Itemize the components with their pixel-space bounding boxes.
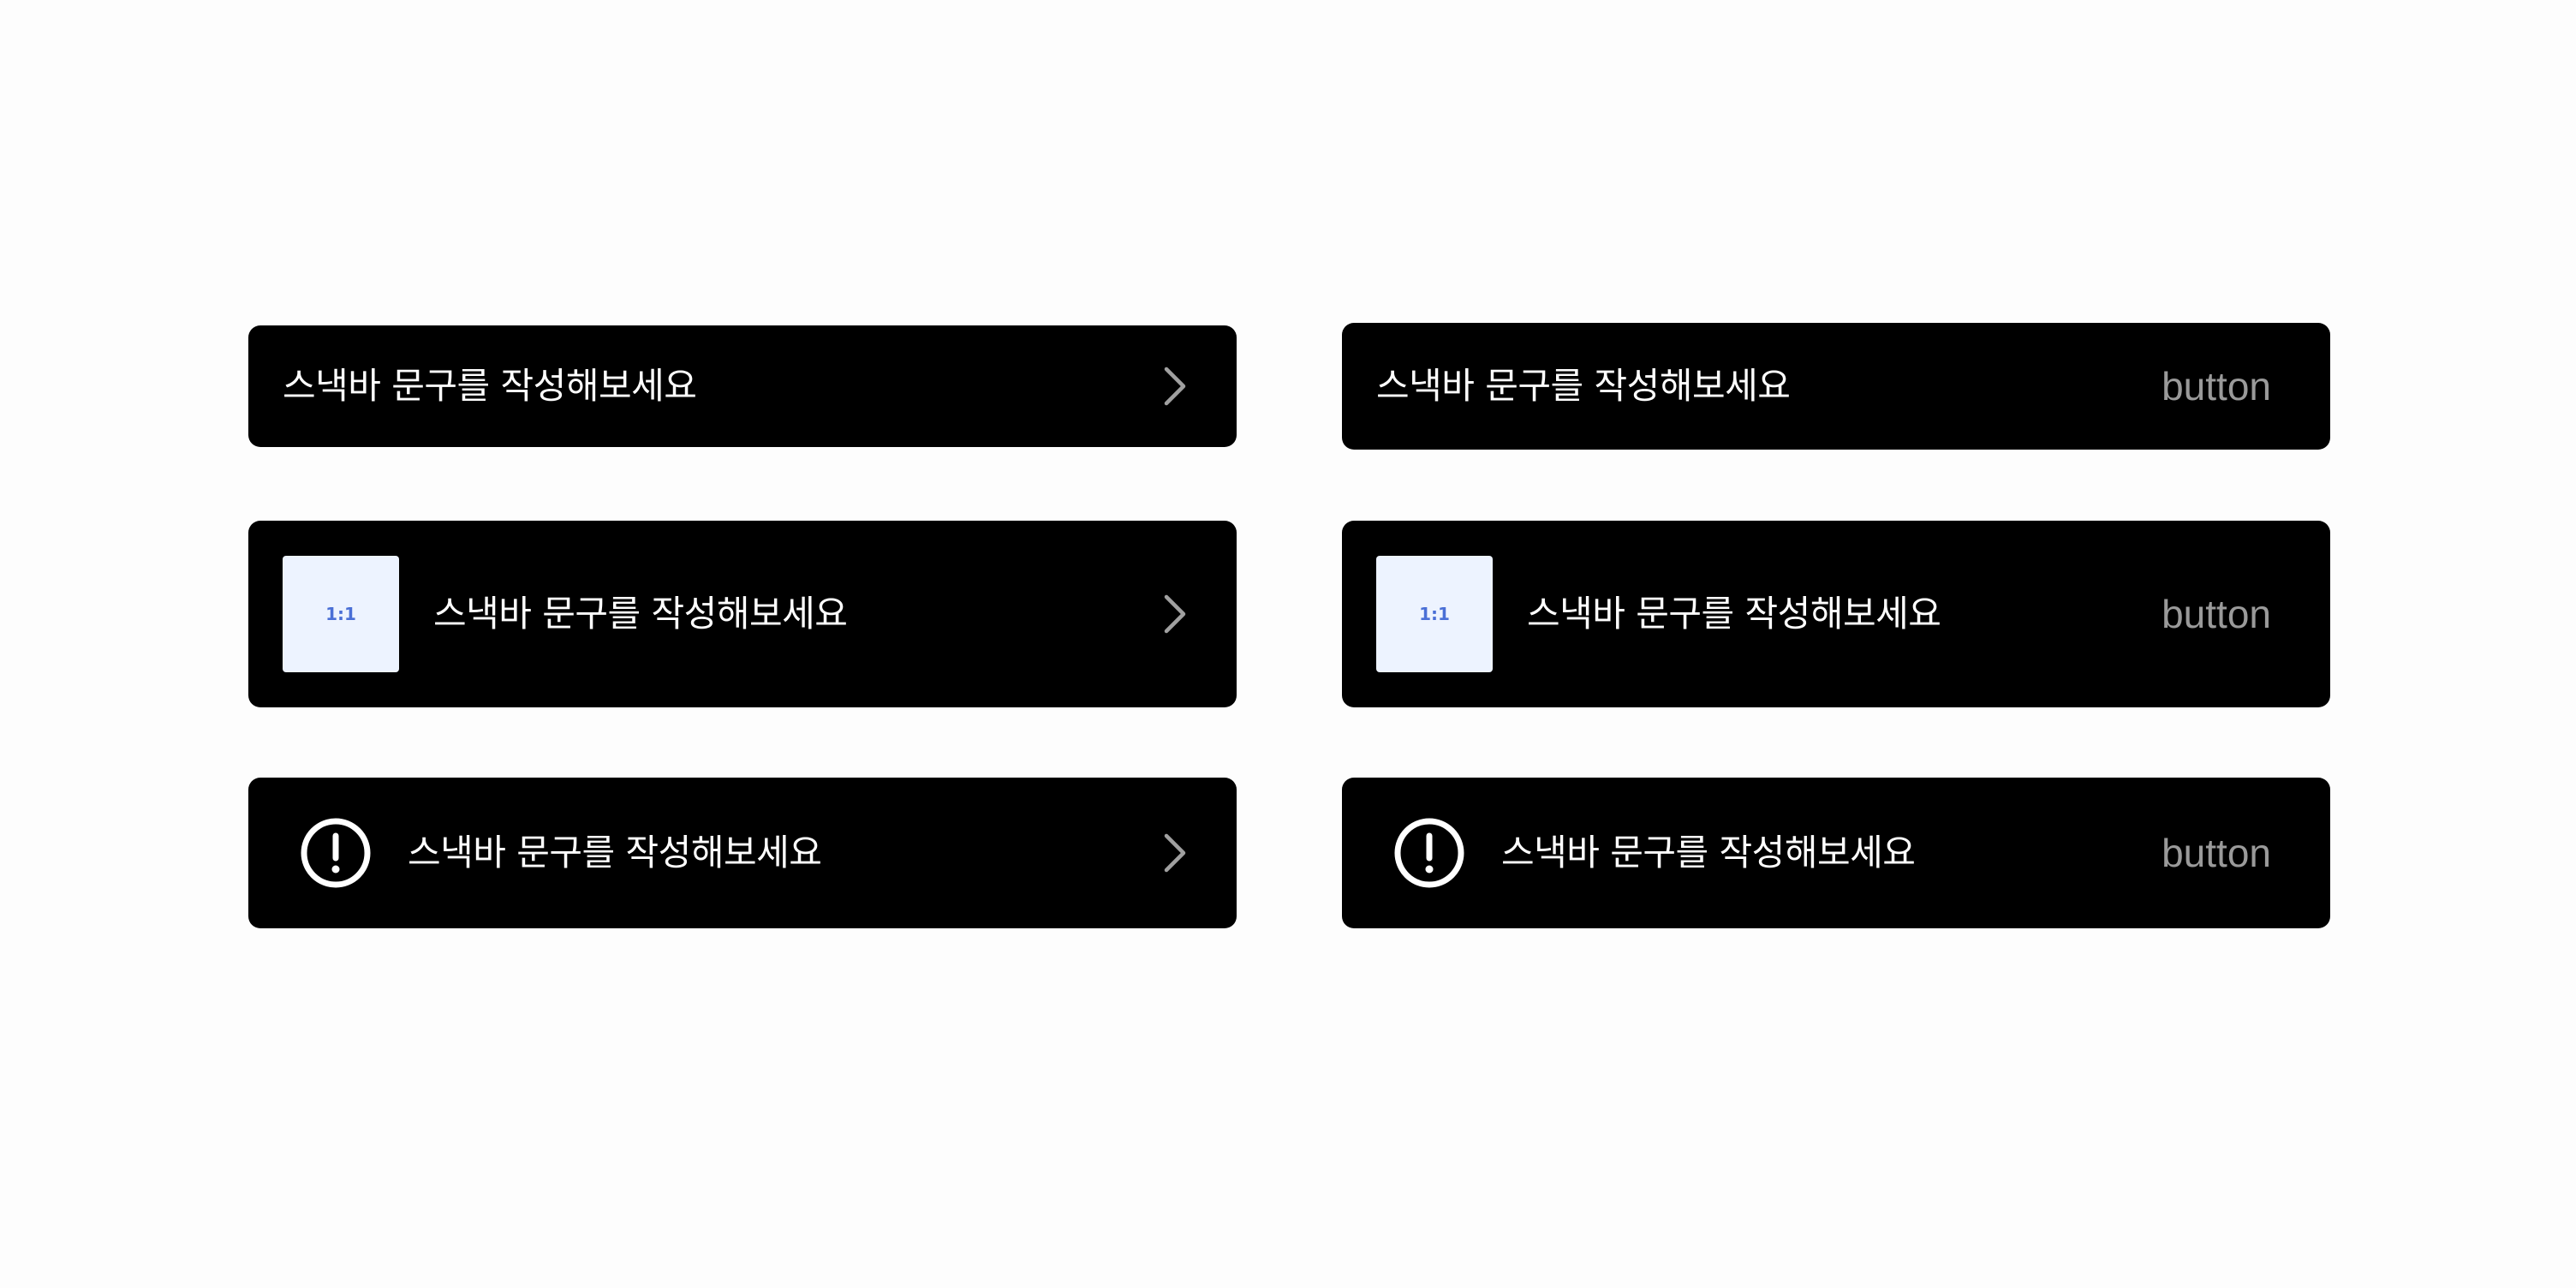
snackbar-message: 스낵바 문구를 작성해보세요 [1527, 593, 1941, 635]
snackbar-text-chevron[interactable]: 스낵바 문구를 작성해보세요 [248, 325, 1237, 447]
chevron-right-icon[interactable] [1158, 364, 1192, 408]
snackbar-message: 스낵바 문구를 작성해보세요 [408, 832, 822, 874]
snackbar-message: 스낵바 문구를 작성해보세요 [283, 365, 697, 407]
snackbar-text-button: 스낵바 문구를 작성해보세요 button [1342, 323, 2330, 450]
snackbar-message: 스낵바 문구를 작성해보세요 [1501, 832, 1916, 874]
alert-circle-icon [301, 818, 371, 888]
snackbar-showcase: 스낵바 문구를 작성해보세요 스낵바 문구를 작성해보세요 button 1:1… [0, 0, 2576, 1288]
snackbar-message: 스낵바 문구를 작성해보세요 [1376, 365, 1791, 407]
snackbar-action-button[interactable]: button [2162, 833, 2271, 873]
alert-circle-icon [1394, 818, 1464, 888]
snackbar-action-button[interactable]: button [2162, 367, 2271, 406]
chevron-right-icon[interactable] [1158, 592, 1192, 636]
snackbar-message: 스낵바 문구를 작성해보세요 [433, 593, 848, 635]
chevron-right-icon[interactable] [1158, 831, 1192, 875]
snackbar-thumbnail-chevron[interactable]: 1:1 스낵바 문구를 작성해보세요 [248, 521, 1237, 707]
snackbar-alert-chevron[interactable]: 스낵바 문구를 작성해보세요 [248, 778, 1237, 928]
snackbar-alert-button: 스낵바 문구를 작성해보세요 button [1342, 778, 2330, 928]
thumbnail-ratio-label: 1:1 [1419, 604, 1450, 624]
thumbnail-image: 1:1 [283, 556, 399, 672]
thumbnail-image: 1:1 [1376, 556, 1493, 672]
thumbnail-ratio-label: 1:1 [325, 604, 356, 624]
snackbar-action-button[interactable]: button [2162, 594, 2271, 634]
snackbar-thumbnail-button: 1:1 스낵바 문구를 작성해보세요 button [1342, 521, 2330, 707]
